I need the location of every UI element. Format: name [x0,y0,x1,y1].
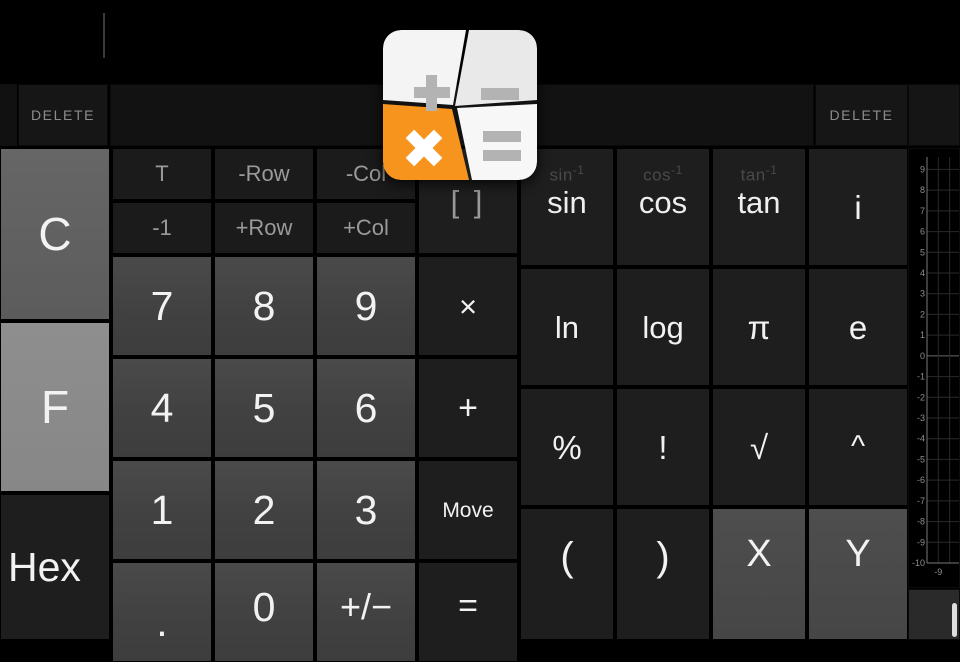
key-hex[interactable]: Hex [0,494,110,640]
svg-text:-6: -6 [917,475,925,485]
key-paren-open[interactable]: ( [520,508,614,640]
delete-button-right[interactable]: DELETE [815,84,908,146]
delete-button-left[interactable]: DELETE [18,84,108,146]
svg-text:-10: -10 [912,558,925,568]
svg-text:2: 2 [920,309,925,319]
key-1[interactable]: 1 [112,460,212,560]
key-8[interactable]: 8 [214,256,314,356]
key-move[interactable]: Move [418,460,518,560]
svg-text:7: 7 [920,206,925,216]
key-6[interactable]: 6 [316,358,416,458]
key-cos[interactable]: cos-1 cos [616,148,710,266]
delete-row-right-gutter [908,84,960,146]
svg-text:-9: -9 [934,567,942,577]
key-equals[interactable]: = [418,562,518,662]
calculator-app-icon[interactable] [383,30,537,180]
key-pi[interactable]: π [712,268,806,386]
key-tan-inverse-label: tan-1 [740,163,778,185]
graph-plot: 9 8 7 6 5 4 3 2 1 0 -1 -2 -3 -4 -5 -6 -7 -8 -9 -10 -9 [912,157,959,577]
key-imaginary[interactable]: i [808,148,908,266]
key-log[interactable]: log [616,268,710,386]
key-0[interactable]: 0 [214,562,314,662]
key-cos-inverse-label: cos-1 [643,163,683,185]
key-paren-close[interactable]: ) [616,508,710,640]
key-7[interactable]: 7 [112,256,212,356]
calculator-app-screen: DELETE DELETE C F Hex T -Row -Col -1 +Ro… [0,0,960,662]
svg-text:-9: -9 [917,537,925,547]
svg-text:-2: -2 [917,392,925,402]
key-multiply[interactable]: × [418,256,518,356]
key-sqrt[interactable]: √ [712,388,806,506]
key-minus-row[interactable]: -Row [214,148,314,200]
svg-text:-7: -7 [917,496,925,506]
key-percent[interactable]: % [520,388,614,506]
svg-text:4: 4 [920,268,925,278]
key-ln[interactable]: ln [520,268,614,386]
key-5[interactable]: 5 [214,358,314,458]
key-var-x[interactable]: X [712,508,806,640]
key-tan[interactable]: tan-1 tan [712,148,806,266]
delete-row-left-gutter [0,84,17,146]
graph-footer-bar[interactable] [908,589,960,640]
key-clear[interactable]: C [0,148,110,320]
key-9[interactable]: 9 [316,256,416,356]
key-4[interactable]: 4 [112,358,212,458]
svg-text:9: 9 [920,164,925,174]
key-plus-col[interactable]: +Col [316,202,416,254]
svg-text:6: 6 [920,227,925,237]
svg-text:5: 5 [920,247,925,257]
key-power[interactable]: ^ [808,388,908,506]
key-sign[interactable]: +/− [316,562,416,662]
key-transpose[interactable]: T [112,148,212,200]
key-var-y[interactable]: Y [808,508,908,640]
svg-text:3: 3 [920,289,925,299]
key-factorial[interactable]: ! [616,388,710,506]
key-plus-row[interactable]: +Row [214,202,314,254]
graph-scroll-handle[interactable] [952,603,957,637]
keypad: C F Hex T -Row -Col -1 +Row +Col [ ] 7 8… [0,148,960,662]
key-e[interactable]: e [808,268,908,386]
svg-text:-8: -8 [917,517,925,527]
key-f[interactable]: F [0,322,110,492]
key-inverse[interactable]: -1 [112,202,212,254]
svg-text:1: 1 [920,330,925,340]
key-3[interactable]: 3 [316,460,416,560]
calculator-icon-artwork [383,30,537,180]
svg-text:-5: -5 [917,454,925,464]
key-plus[interactable]: + [418,358,518,458]
svg-text:0: 0 [920,351,925,361]
graph-panel[interactable]: 9 8 7 6 5 4 3 2 1 0 -1 -2 -3 -4 -5 -6 -7 -8 -9 -10 -9 [908,148,960,588]
svg-text:-3: -3 [917,413,925,423]
key-2[interactable]: 2 [214,460,314,560]
svg-text:8: 8 [920,185,925,195]
svg-text:-4: -4 [917,434,925,444]
svg-text:-1: -1 [917,372,925,382]
key-dot[interactable]: . [112,562,212,662]
text-caret [103,13,105,58]
